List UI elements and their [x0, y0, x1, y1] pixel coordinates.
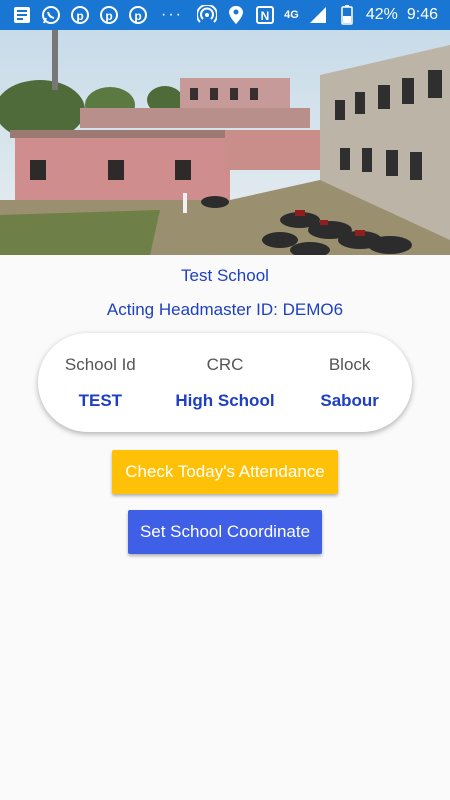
- battery-percent: 42%: [365, 6, 398, 23]
- system-icons: N 4G 42% 9:46: [197, 5, 450, 25]
- block-label: Block: [328, 354, 371, 374]
- headmaster-id: Acting Headmaster ID: DEMO6: [106, 300, 344, 319]
- svg-text:p: p: [134, 9, 141, 23]
- news-icon: [12, 5, 32, 25]
- signal-icon: [308, 5, 328, 25]
- pinterest-icon: p: [99, 5, 119, 25]
- battery-icon: [337, 5, 357, 25]
- school-id-column: School Id TEST: [40, 355, 160, 411]
- hotspot-icon: [197, 5, 218, 25]
- svg-text:p: p: [76, 9, 83, 23]
- whatsapp-icon: [41, 5, 61, 25]
- crc-label: CRC: [206, 354, 244, 374]
- location-icon: [226, 5, 246, 25]
- school-name: Test School: [181, 266, 269, 285]
- notification-icons: p p p ···: [0, 5, 187, 25]
- school-id-label: School Id: [64, 354, 136, 374]
- clock: 9:46: [406, 6, 438, 23]
- crc-column: CRC High School: [165, 355, 285, 411]
- nfc-icon: N: [255, 5, 275, 25]
- crc-value: High School: [175, 390, 275, 410]
- svg-text:N: N: [261, 9, 270, 23]
- block-value: Sabour: [320, 390, 379, 410]
- more-notifications-indicator: ···: [161, 6, 183, 23]
- set-coordinate-button[interactable]: Set School Coordinate: [128, 510, 322, 554]
- school-photo: [0, 30, 450, 255]
- block-column: Block Sabour: [290, 355, 410, 411]
- pinterest-icon: p: [128, 5, 148, 25]
- svg-text:p: p: [105, 9, 112, 23]
- network-type: 4G: [284, 9, 299, 21]
- pinterest-icon: p: [70, 5, 90, 25]
- school-info-card: School Id TEST CRC High School Block Sab…: [38, 333, 412, 432]
- school-id-value: TEST: [78, 390, 123, 410]
- check-attendance-button[interactable]: Check Today's Attendance: [112, 450, 338, 494]
- status-bar: p p p ··· N 4G 42% 9:46: [0, 0, 450, 30]
